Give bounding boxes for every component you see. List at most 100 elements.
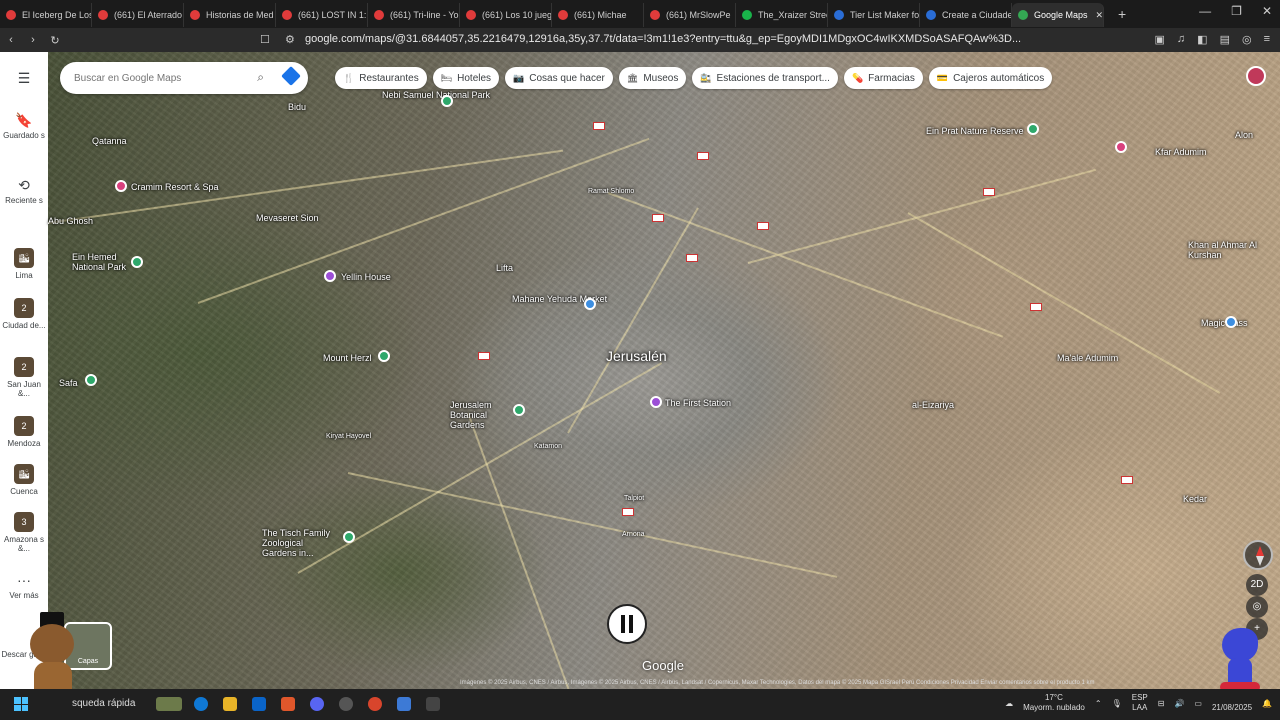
place-label[interactable]: Katamon: [534, 443, 562, 450]
forward-button[interactable]: ›: [22, 34, 44, 46]
satellite-map[interactable]: [47, 52, 1280, 696]
browser-tab[interactable]: Tier List Maker fo: [828, 3, 920, 27]
my-location-icon[interactable]: ◎: [1246, 596, 1268, 618]
place-pin-icon[interactable]: [131, 256, 143, 268]
place-pin-icon[interactable]: [1027, 123, 1039, 135]
place-label[interactable]: Lifta: [496, 263, 513, 273]
browser-tab[interactable]: The_Xraizer Stree: [736, 3, 828, 27]
obs-icon[interactable]: [368, 697, 382, 711]
place-label[interactable]: Ramat Shlomo: [588, 188, 634, 195]
pause-button[interactable]: [607, 604, 647, 644]
sidebar-icon[interactable]: ◧: [1197, 33, 1207, 46]
place-label[interactable]: Kiryat Hayovel: [326, 433, 371, 440]
menu-button[interactable]: ☰: [0, 70, 48, 89]
close-window-button[interactable]: ✕: [1262, 4, 1272, 18]
place-pin-icon[interactable]: [584, 298, 596, 310]
place-label[interactable]: Abu Ghosh: [48, 216, 93, 226]
browser-tab[interactable]: (661) Los 10 juegc: [460, 3, 552, 27]
place-label[interactable]: Jerusalem Botanical Gardens: [450, 400, 520, 430]
category-chip[interactable]: 🛏 Hoteles: [432, 67, 500, 89]
category-chip[interactable]: 📷 Cosas que hacer: [505, 67, 613, 89]
browser-tab[interactable]: (661) Tri-line - Yo: [368, 3, 460, 27]
place-pin-icon[interactable]: [1225, 316, 1237, 328]
category-chip[interactable]: 🚉 Estaciones de transport...: [692, 67, 838, 89]
notifications-icon[interactable]: 🔔: [1262, 699, 1272, 708]
browser-tab[interactable]: (661) Michae: [552, 3, 644, 27]
app2-icon[interactable]: [397, 697, 411, 711]
place-label[interactable]: Safa: [59, 378, 78, 388]
browser-tab[interactable]: Create a Ciudade: [920, 3, 1012, 27]
place-label[interactable]: Mount Herzl: [323, 353, 372, 363]
weather-widget[interactable]: 17°C Mayorm. nublado: [1023, 693, 1085, 713]
rail-item[interactable]: 2 San Juan &...: [0, 357, 48, 398]
network-icon[interactable]: ⊟: [1158, 699, 1165, 708]
place-pin-icon[interactable]: [343, 531, 355, 543]
clock[interactable]: 21/08/2025: [1212, 693, 1252, 713]
place-pin-icon[interactable]: [513, 404, 525, 416]
browser-tab[interactable]: Google Maps ✕: [1012, 3, 1104, 27]
place-label[interactable]: Ma'ale Adumim: [1057, 353, 1127, 363]
file-explorer-icon[interactable]: [223, 697, 237, 711]
rail-item[interactable]: ⟲ Reciente s: [0, 177, 48, 205]
edge-icon[interactable]: [194, 697, 208, 711]
search-input[interactable]: [74, 72, 244, 84]
outlook-icon[interactable]: [252, 697, 266, 711]
rail-item[interactable]: 2 Ciudad de...: [0, 298, 48, 330]
back-button[interactable]: ‹: [0, 34, 22, 46]
minimize-button[interactable]: —: [1199, 4, 1211, 18]
place-label[interactable]: Kedar: [1183, 494, 1207, 504]
bookmark-icon[interactable]: ☐: [260, 33, 270, 46]
tray-chevron-icon[interactable]: ⌃: [1095, 699, 1102, 708]
extensions-icon[interactable]: ▣: [1155, 33, 1165, 46]
close-tab-icon[interactable]: ✕: [1096, 10, 1103, 21]
rail-item[interactable]: 🔖 Guardado s: [0, 112, 48, 140]
search-box[interactable]: ⌕: [60, 62, 308, 94]
tilt-2d-button[interactable]: 2D: [1246, 574, 1268, 596]
place-pin-icon[interactable]: [1115, 141, 1127, 153]
place-label[interactable]: Kfar Adumim: [1155, 147, 1207, 157]
place-label[interactable]: Arnona: [622, 531, 645, 538]
app-icon[interactable]: [339, 697, 353, 711]
city-label[interactable]: Jerusalén: [606, 348, 667, 364]
place-label[interactable]: al-Eizariya: [912, 400, 954, 410]
place-label[interactable]: Alon: [1235, 130, 1253, 140]
category-chip[interactable]: 💳 Cajeros automáticos: [928, 67, 1053, 89]
category-chip[interactable]: 💊 Farmacias: [843, 67, 923, 89]
browser-tab[interactable]: (661) LOST IN 1:: [276, 3, 368, 27]
taskbar-widget-icon[interactable]: [156, 697, 182, 711]
rail-item[interactable]: ··· Ver más: [0, 572, 48, 600]
search-icon[interactable]: ⌕: [257, 70, 264, 85]
rail-item[interactable]: 2 Mendoza: [0, 416, 48, 448]
browser-tab[interactable]: El Iceberg De Los: [0, 3, 92, 27]
compass-control[interactable]: [1243, 540, 1273, 570]
browser-tab[interactable]: (661) El Aterrado: [92, 3, 184, 27]
language-indicator[interactable]: ESP LAA: [1132, 693, 1148, 713]
place-label[interactable]: Khan al Ahmar Al Kurshan: [1188, 240, 1258, 260]
rail-item[interactable]: 🏙 Lima: [0, 248, 48, 280]
browser-menu-icon[interactable]: ≡: [1264, 33, 1270, 46]
place-label[interactable]: Yellin House: [341, 272, 391, 282]
browser-tab[interactable]: (661) MrSlowPe: [644, 3, 736, 27]
category-chip[interactable]: 🍴 Restaurantes: [335, 67, 427, 89]
rail-item[interactable]: 🏙 Cuenca: [0, 464, 48, 496]
media-icon[interactable]: ♫: [1177, 33, 1185, 46]
url-field[interactable]: google.com/maps/@31.6844057,35.2216479,1…: [305, 33, 1021, 45]
mic-icon[interactable]: 🎙: [1112, 699, 1122, 708]
place-pin-icon[interactable]: [650, 396, 662, 408]
wallet-icon[interactable]: ▤: [1220, 33, 1230, 46]
place-pin-icon[interactable]: [441, 95, 453, 107]
place-label[interactable]: Mevaseret Sion: [256, 213, 326, 223]
vpn-icon[interactable]: ◎: [1242, 33, 1252, 46]
rail-item[interactable]: 3 Amazona s &...: [0, 512, 48, 553]
directions-icon[interactable]: [281, 66, 301, 86]
place-label[interactable]: Ein Prat Nature Reserve: [926, 126, 1024, 136]
place-label[interactable]: Cramim Resort & Spa: [131, 182, 219, 192]
browser-tab[interactable]: Historias de Med: [184, 3, 276, 27]
category-chip[interactable]: 🏛 Museos: [618, 67, 687, 89]
maximize-button[interactable]: ❐: [1231, 4, 1242, 18]
discord-icon[interactable]: [310, 697, 324, 711]
place-label[interactable]: Qatanna: [92, 136, 127, 146]
place-pin-icon[interactable]: [378, 350, 390, 362]
taskbar-search[interactable]: squeda rápida: [72, 698, 135, 709]
place-label[interactable]: The Tisch Family Zoological Gardens in..…: [262, 528, 332, 558]
